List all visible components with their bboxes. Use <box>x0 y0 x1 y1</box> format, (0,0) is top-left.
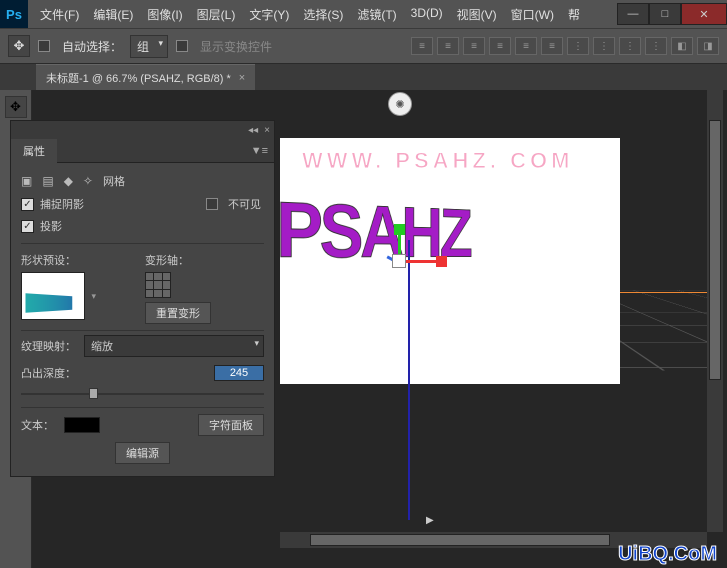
properties-panel: ◂◂ × 属性 ▼≡ ▣ ▤ ◆ ✧ 网格 ✓ 捕捉阴影 不可见 ✓ 投影 形状预… <box>10 120 275 477</box>
edit-source-button[interactable]: 编辑源 <box>115 442 170 464</box>
texture-mapping-label: 纹理映射： <box>21 338 76 354</box>
catch-shadow-checkbox[interactable]: ✓ <box>21 198 34 211</box>
gizmo-center[interactable] <box>392 254 406 268</box>
mesh-label: 网格 <box>103 173 125 189</box>
timeline-play-icon[interactable]: ▶ <box>426 515 434 526</box>
shape-preset-thumb[interactable]: ▾ <box>21 272 85 320</box>
invisible-checkbox[interactable] <box>206 198 218 210</box>
menu-filter[interactable]: 滤镜(T) <box>351 2 402 27</box>
menu-layer[interactable]: 图层(L) <box>191 2 242 27</box>
show-transform-checkbox[interactable] <box>176 40 188 52</box>
extrude-depth-input[interactable] <box>214 365 264 381</box>
3d-gizmo[interactable] <box>370 230 430 290</box>
3d-mode-icon[interactable]: ◧ <box>671 37 693 55</box>
align-icon[interactable]: ≡ <box>489 37 511 55</box>
move-tool-icon: ✥ <box>10 99 21 115</box>
coord-icon[interactable]: ✧ <box>83 174 93 188</box>
show-transform-label: 显示变换控件 <box>200 38 272 55</box>
app-icon: Ps <box>0 0 28 28</box>
character-panel-button[interactable]: 字符面板 <box>198 414 264 436</box>
gizmo-x-handle[interactable] <box>436 256 447 267</box>
distribute-icon[interactable]: ⋮ <box>593 37 615 55</box>
distribute-icon[interactable]: ⋮ <box>619 37 641 55</box>
move-tool-icon: ✥ <box>14 38 25 54</box>
document-tab-title: 未标题-1 @ 66.7% (PSAHZ, RGB/8) * <box>46 70 231 86</box>
cap-icon[interactable]: ◆ <box>64 174 73 188</box>
canvas-area[interactable]: ✺ WWW. PSAHZ. COM PSAHZ ▶ <box>280 90 723 548</box>
watermark-text: WWW. PSAHZ. COM <box>302 148 573 174</box>
panel-tab-properties[interactable]: 属性 <box>11 139 57 163</box>
scrollbar-thumb[interactable] <box>310 534 610 546</box>
vertical-scrollbar[interactable] <box>707 90 723 532</box>
mesh-icon[interactable]: ▣ <box>21 174 32 188</box>
menu-select[interactable]: 选择(S) <box>297 2 349 27</box>
minimize-button[interactable]: — <box>617 3 649 25</box>
3d-widget-icon[interactable]: ✺ <box>388 92 412 116</box>
texture-mapping-select[interactable]: 缩放 <box>84 335 264 357</box>
text-color-swatch[interactable] <box>64 417 100 433</box>
main-menu: 文件(F) 编辑(E) 图像(I) 图层(L) 文字(Y) 选择(S) 滤镜(T… <box>34 2 586 27</box>
deform-icon[interactable]: ▤ <box>42 174 53 188</box>
scrollbar-thumb[interactable] <box>709 120 721 380</box>
extrude-depth-label: 凸出深度： <box>21 365 76 381</box>
align-icon[interactable]: ≡ <box>463 37 485 55</box>
menu-help[interactable]: 帮 <box>562 2 586 27</box>
text-label: 文本： <box>21 417 54 433</box>
menu-window[interactable]: 窗口(W) <box>505 2 560 27</box>
shape-preset-label: 形状预设： <box>21 252 85 268</box>
menu-edit[interactable]: 编辑(E) <box>87 2 139 27</box>
3d-mode-icon[interactable]: ◨ <box>697 37 719 55</box>
distribute-icon[interactable]: ⋮ <box>567 37 589 55</box>
auto-select-mode[interactable]: 组 <box>130 35 168 58</box>
auto-select-label: 自动选择： <box>62 38 122 55</box>
align-icon[interactable]: ≡ <box>411 37 433 55</box>
align-icon[interactable]: ≡ <box>437 37 459 55</box>
distribute-icon[interactable]: ⋮ <box>645 37 667 55</box>
auto-select-checkbox[interactable] <box>38 40 50 52</box>
options-bar: ✥ 自动选择： 组 显示变换控件 ≡ ≡ ≡ ≡ ≡ ≡ ⋮ ⋮ ⋮ ⋮ ◧ ◨ <box>0 28 727 64</box>
deform-axis-grid[interactable] <box>145 272 171 298</box>
menu-3d[interactable]: 3D(D) <box>405 2 449 27</box>
catch-shadow-label: 捕捉阴影 <box>40 196 84 212</box>
extrude-depth-slider[interactable] <box>21 387 264 401</box>
tool-preset-picker[interactable]: ✥ <box>8 35 30 57</box>
brand-watermark: UiBQ.CoM <box>618 543 717 566</box>
invisible-label: 不可见 <box>228 196 261 212</box>
cast-shadow-checkbox[interactable]: ✓ <box>21 220 34 233</box>
maximize-button[interactable]: □ <box>649 3 681 25</box>
menu-image[interactable]: 图像(I) <box>141 2 188 27</box>
close-button[interactable]: ✕ <box>681 3 727 25</box>
align-icon[interactable]: ≡ <box>541 37 563 55</box>
align-icon[interactable]: ≡ <box>515 37 537 55</box>
menu-file[interactable]: 文件(F) <box>34 2 85 27</box>
reset-deform-button[interactable]: 重置变形 <box>145 302 211 324</box>
collapse-icon[interactable]: ◂◂ <box>248 125 258 136</box>
panel-menu-icon[interactable]: ▼≡ <box>245 145 274 157</box>
panel-close-icon[interactable]: × <box>264 125 270 136</box>
deform-axis-label: 变形轴： <box>145 252 211 268</box>
tab-close-icon[interactable]: × <box>239 72 245 84</box>
dropdown-icon[interactable]: ▾ <box>91 291 96 302</box>
gizmo-y-handle[interactable] <box>394 224 405 235</box>
slider-thumb[interactable] <box>89 388 98 399</box>
menu-type[interactable]: 文字(Y) <box>243 2 295 27</box>
cast-shadow-label: 投影 <box>40 218 62 234</box>
menu-view[interactable]: 视图(V) <box>451 2 503 27</box>
move-tool[interactable]: ✥ <box>5 96 27 118</box>
document-tab[interactable]: 未标题-1 @ 66.7% (PSAHZ, RGB/8) * × <box>36 64 255 91</box>
